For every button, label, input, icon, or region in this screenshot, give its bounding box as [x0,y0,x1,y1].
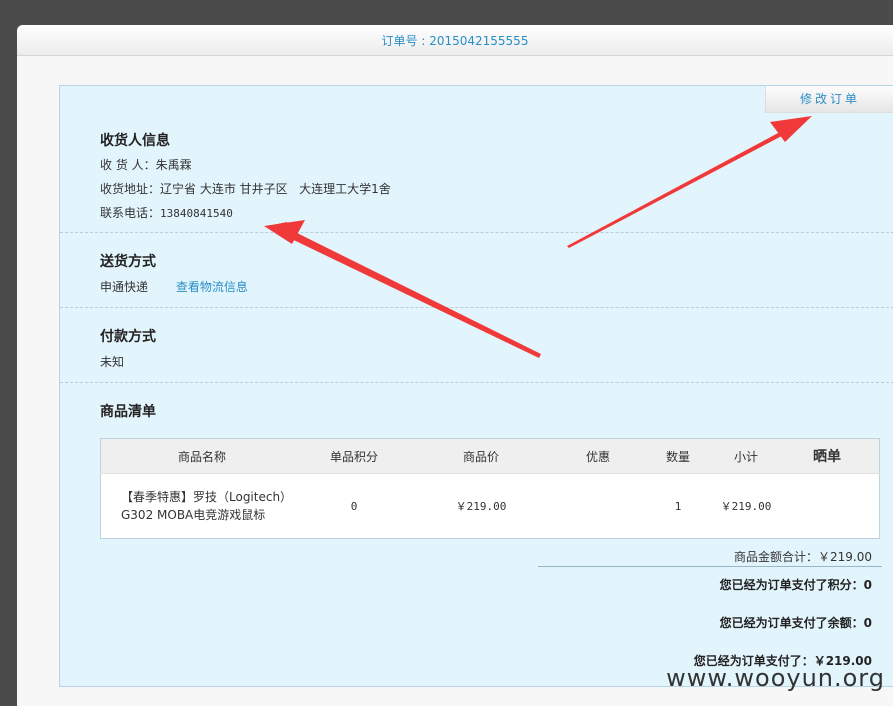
goods-table-header: 商品名称 单品积分 商品价 优惠 数量 小计 晒单 [100,438,880,474]
receiver-phone: 13840841540 [160,207,233,220]
payment-heading: 付款方式 [100,329,156,345]
column-header: 晒单 [775,438,880,474]
column-header: 单品积分 [303,438,405,474]
summary-divider [538,566,882,567]
order-window: 订单号 : 2015042155555 修改订单 收货人信息 收 货 人：朱禹霖… [17,25,893,706]
delivery-row: 申通快递 查看物流信息 [100,278,248,295]
order-detail-panel: 修改订单 收货人信息 收 货 人：朱禹霖 收货地址：辽宁省 大连市 甘井子区 大… [59,85,893,687]
section-divider [60,307,893,308]
section-divider [60,382,893,383]
receiver-name-row: 收 货 人：朱禹霖 [100,156,192,173]
column-header: 商品价 [405,438,557,474]
column-header: 小计 [717,438,775,474]
receiver-phone-row: 联系电话：13840841540 [100,204,233,221]
receiver-address-row: 收货地址：辽宁省 大连市 甘井子区 大连理工大学1舍 [100,180,391,197]
table-row: 【春季特惠】罗技（Logitech）G302 MOBA电竞游戏鼠标 0 ￥219… [101,474,880,539]
goods-name[interactable]: 【春季特惠】罗技（Logitech）G302 MOBA电竞游戏鼠标 [101,474,304,539]
column-header: 数量 [639,438,717,474]
paid-points: 您已经为订单支付了积分：0 [719,578,872,592]
receiver-address-label: 收货地址： [100,182,161,196]
receiver-name-label: 收 货 人： [100,158,156,172]
section-divider [60,232,893,233]
window-title: 订单号 : 2015042155555 [17,25,893,56]
column-header: 优惠 [557,438,639,474]
watermark: www.wooyun.org [666,664,885,692]
column-header: 商品名称 [100,438,303,474]
goods-subtotal: ￥219.00 [720,500,772,513]
goods-show [775,474,880,539]
goods-qty: 1 [674,499,682,513]
delivery-heading: 送货方式 [100,254,156,270]
receiver-phone-label: 联系电话： [100,206,161,220]
payment-method: 未知 [100,355,125,369]
receiver-address: 辽宁省 大连市 甘井子区 大连理工大学1舍 [160,182,391,196]
edit-order-button[interactable]: 修改订单 [765,86,893,113]
receiver-heading: 收货人信息 [100,133,170,149]
delivery-method: 申通快递 [100,280,149,294]
receiver-name: 朱禹霖 [155,158,192,172]
goods-discount [557,474,639,539]
track-shipment-link[interactable]: 查看物流信息 [176,280,248,294]
paid-balance: 您已经为订单支付了余额：0 [719,616,872,630]
goods-heading: 商品清单 [100,404,156,420]
goods-total: 商品金额合计：￥219.00 [734,550,872,564]
goods-table: 商品名称 单品积分 商品价 优惠 数量 小计 晒单 【春季特惠】罗技（Logit… [100,438,880,539]
goods-price: ￥219.00 [455,500,507,513]
goods-points: 0 [350,499,358,513]
